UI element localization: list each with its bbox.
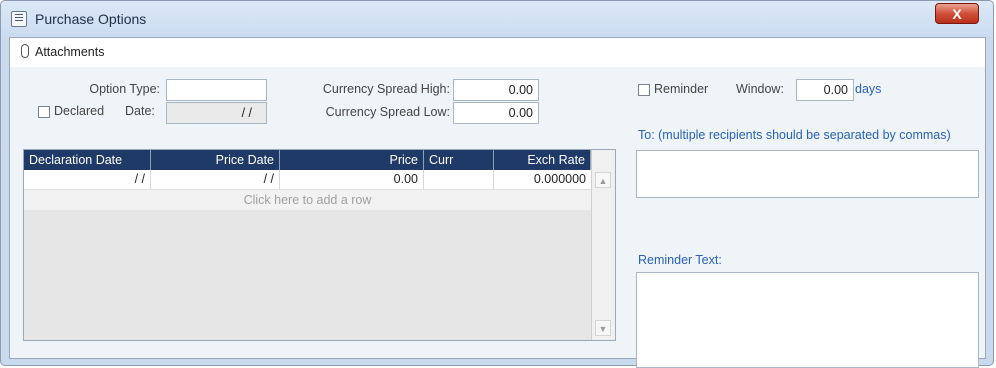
declared-date-field[interactable]: / / [166, 102, 267, 124]
reminder-text-textarea[interactable] [636, 272, 979, 368]
date-label: Date: [125, 104, 155, 118]
grid-vertical-scrollbar[interactable]: ▲ ▼ [591, 150, 615, 340]
window-form-icon [11, 11, 27, 27]
grid-header: Declaration Date Price Date Price Curr E… [24, 150, 591, 170]
close-button[interactable]: X [935, 3, 979, 24]
option-type-input[interactable] [166, 79, 267, 101]
cell-curr[interactable] [424, 170, 494, 189]
column-header-curr[interactable]: Curr [424, 150, 494, 170]
column-header-price[interactable]: Price [280, 150, 424, 170]
scroll-down-icon[interactable]: ▼ [595, 320, 611, 336]
cell-price[interactable]: 0.00 [280, 170, 424, 189]
window-title: Purchase Options [35, 11, 147, 27]
window-label: Window: [736, 82, 784, 96]
reminder-text-label: Reminder Text: [638, 253, 722, 267]
add-row-button[interactable]: Click here to add a row [24, 190, 591, 210]
reminder-label: Reminder [654, 82, 709, 96]
currency-spread-low-input[interactable]: 0.00 [453, 102, 539, 124]
column-header-exch-rate[interactable]: Exch Rate [494, 150, 591, 170]
window-content: Attachments Option Type: Declared Date: … [9, 37, 986, 368]
purchase-options-window: Purchase Options X Attachments Option Ty… [0, 0, 994, 368]
currency-spread-high-input[interactable]: 0.00 [453, 79, 539, 101]
cell-price-date[interactable]: / / [151, 170, 280, 189]
currency-spread-high-label: Currency Spread High: [322, 82, 450, 96]
declared-checkbox[interactable] [38, 106, 50, 118]
days-label: days [855, 82, 882, 96]
reminder-checkbox[interactable] [638, 84, 650, 96]
reminder-window-input[interactable]: 0.00 [796, 79, 854, 101]
scroll-up-icon[interactable]: ▲ [595, 172, 611, 188]
attachments-link[interactable]: Attachments [35, 45, 104, 59]
to-label: To: (multiple recipients should be separ… [638, 128, 951, 142]
cell-exch-rate[interactable]: 0.000000 [494, 170, 591, 189]
declarations-grid: Declaration Date Price Date Price Curr E… [23, 149, 616, 341]
form-body: Option Type: Declared Date: / / Currency… [10, 67, 985, 368]
table-row[interactable]: / / / / 0.00 0.000000 [24, 170, 591, 190]
title-bar[interactable]: Purchase Options X [1, 1, 993, 37]
cell-declaration-date[interactable]: / / [24, 170, 151, 189]
attachments-toolbar: Attachments [10, 38, 985, 68]
declared-label: Declared [54, 104, 105, 118]
currency-spread-low-label: Currency Spread Low: [325, 105, 450, 119]
column-header-declaration-date[interactable]: Declaration Date [24, 150, 151, 170]
option-type-label: Option Type: [89, 82, 160, 96]
paperclip-icon[interactable] [21, 44, 29, 58]
recipients-textarea[interactable] [636, 150, 979, 198]
column-header-price-date[interactable]: Price Date [151, 150, 280, 170]
